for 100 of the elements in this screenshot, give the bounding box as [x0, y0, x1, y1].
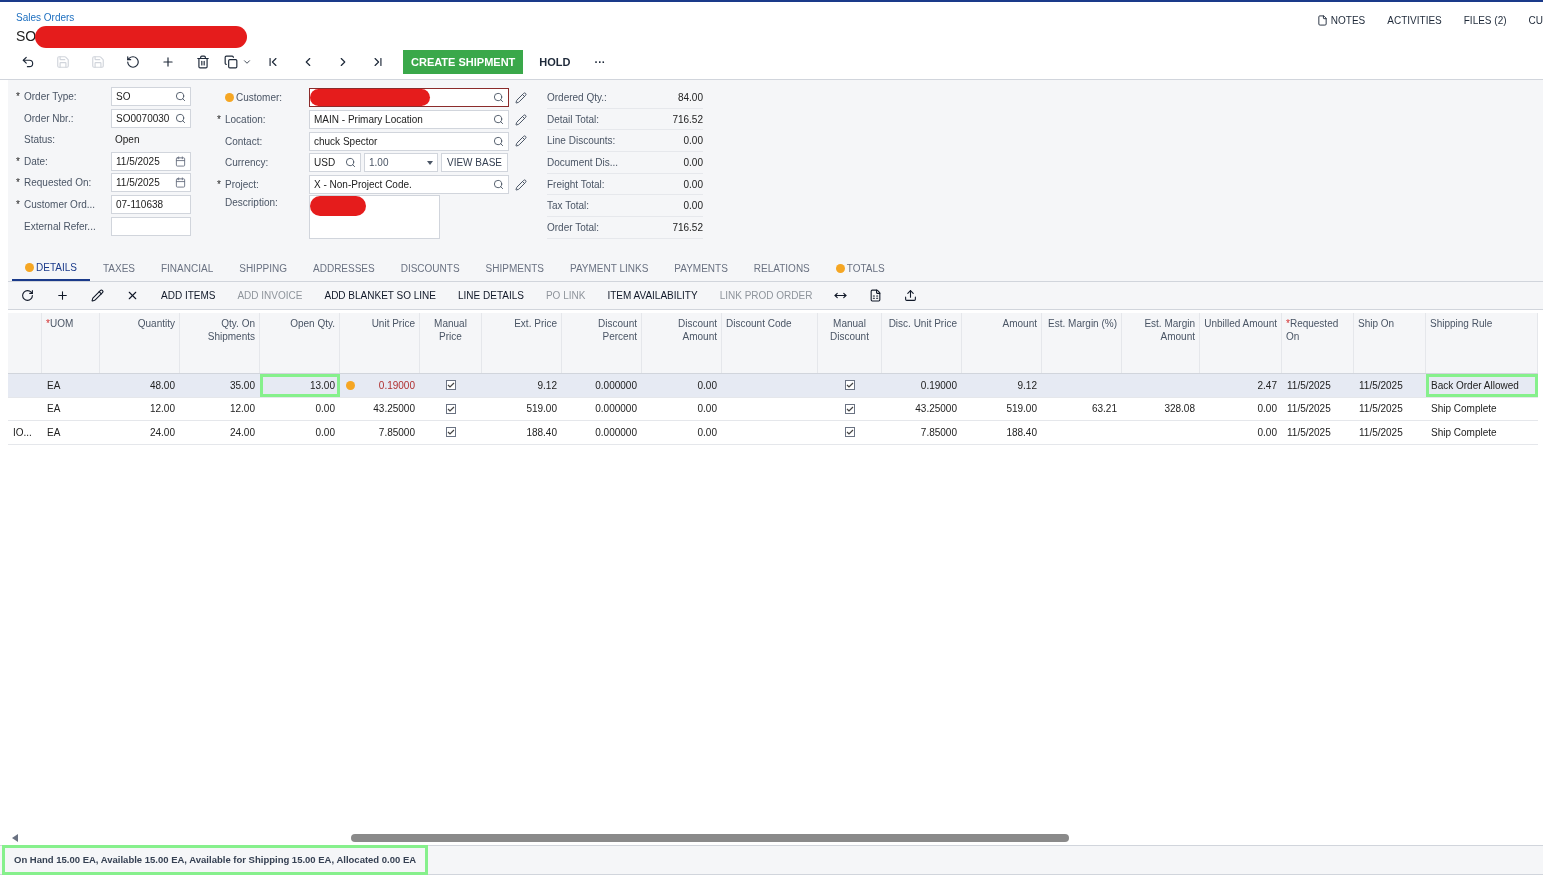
column-header[interactable]: Disc. Unit Price	[888, 317, 957, 330]
header-link[interactable]: CU	[1528, 13, 1543, 28]
header-link[interactable]: FILES (2)	[1463, 13, 1507, 28]
table-cell-text: Ship Complete	[1431, 402, 1497, 417]
lookup-field[interactable]: chuck Spector	[309, 131, 509, 151]
grid-toolbar-button[interactable]: ADD ITEMS	[150, 288, 227, 303]
field-label: Customer:	[236, 91, 283, 106]
date-field[interactable]: 11/5/2025	[111, 151, 191, 171]
total-label: Ordered Qty.:	[547, 90, 608, 105]
lookup-field[interactable]: SO	[111, 87, 191, 106]
edit-icon[interactable]	[515, 178, 527, 191]
view-base-button[interactable]: VIEW BASE	[441, 153, 508, 173]
checkbox[interactable]	[845, 380, 855, 391]
search-icon[interactable]	[175, 112, 186, 124]
total-label: Document Dis...	[547, 155, 620, 170]
lookup-field[interactable]	[309, 88, 509, 108]
input-field[interactable]	[111, 216, 191, 236]
column-header[interactable]: Shipping Rule	[1430, 317, 1493, 330]
calendar-icon[interactable]	[175, 177, 186, 189]
checkbox[interactable]	[446, 380, 456, 391]
lookup-field[interactable]: MAIN - Primary Location	[309, 110, 509, 130]
column-header[interactable]: Quantity	[137, 317, 175, 330]
input-field[interactable]: 07-110638	[111, 194, 191, 214]
field-value: 07-110638	[116, 197, 164, 212]
column-header[interactable]: Manual Price	[424, 317, 477, 343]
tab[interactable]: TAXES	[89, 255, 148, 281]
column-header[interactable]: Qty. On Shipments	[184, 317, 255, 343]
column-header[interactable]: Est. Margin Amount	[1126, 317, 1195, 343]
tab[interactable]: DISCOUNTS	[387, 255, 473, 281]
table-cell-text: 11/5/2025	[1287, 425, 1331, 440]
edit-icon[interactable]	[515, 91, 527, 104]
tab[interactable]: ADDRESSES	[300, 255, 388, 281]
table-cell-text: 188.40	[1006, 425, 1037, 440]
header-link[interactable]: ACTIVITIES	[1387, 13, 1442, 28]
currency-field[interactable]: USD	[309, 153, 361, 173]
edit-icon[interactable]	[515, 113, 527, 126]
table-cell-text: 0.000000	[595, 402, 637, 417]
field-value: 11/5/2025	[116, 154, 160, 169]
column-header[interactable]: Ext. Price	[514, 317, 557, 330]
tab[interactable]: SHIPMENTS	[472, 255, 557, 281]
table-cell-text: 0.00	[315, 402, 335, 417]
field-value: MAIN - Primary Location	[314, 113, 423, 128]
column-header[interactable]: Discount Code	[726, 317, 792, 330]
field-label: Contact:	[225, 134, 263, 149]
column-header[interactable]: Discount Percent	[566, 317, 637, 343]
toolbar-button[interactable]: HOLD	[531, 50, 579, 74]
column-header[interactable]: Discount Amount	[646, 317, 717, 343]
checkbox[interactable]	[446, 427, 456, 438]
grid-toolbar-button[interactable]: ITEM AVAILABILITY	[596, 288, 709, 303]
field-label: Order Nbr.:	[24, 111, 75, 126]
tab[interactable]: FINANCIAL	[148, 255, 227, 281]
table-cell-text: 63.21	[1091, 402, 1117, 417]
breadcrumb-link[interactable]: Sales Orders	[16, 10, 75, 25]
total-value: 0.00	[682, 134, 703, 149]
total-value: 716.52	[671, 220, 703, 235]
tab[interactable]: SHIPPING	[226, 255, 300, 281]
required-mark: *	[217, 179, 221, 191]
search-icon[interactable]	[493, 135, 504, 147]
field-value: 1.00	[369, 156, 389, 171]
toolbar-button[interactable]: ···	[586, 50, 614, 74]
column-header[interactable]: *Requested On	[1286, 317, 1349, 343]
lookup-field[interactable]: SO0070030	[111, 108, 191, 128]
save-icon	[55, 55, 70, 69]
column-header[interactable]: Est. Margin (%)	[1048, 317, 1117, 330]
search-icon[interactable]	[493, 179, 504, 191]
calendar-icon[interactable]	[175, 155, 186, 167]
column-header[interactable]: Ship On	[1358, 317, 1395, 330]
scrollbar-thumb[interactable]	[351, 834, 1069, 842]
table-cell-text: 0.00	[315, 425, 335, 440]
rate-dropdown[interactable]: 1.00	[364, 153, 438, 173]
header-link[interactable]: NOTES	[1316, 13, 1366, 28]
search-icon[interactable]	[175, 91, 186, 102]
checkbox[interactable]	[845, 427, 855, 438]
checkbox[interactable]	[446, 403, 456, 414]
field-label: Order Type:	[24, 90, 78, 104]
column-header[interactable]: Open Qty.	[290, 317, 335, 330]
tab[interactable]: PAYMENT LINKS	[556, 255, 662, 281]
edit-icon[interactable]	[515, 135, 527, 148]
table-cell-text: 0.00	[697, 402, 717, 417]
table-row[interactable]: EA 48.00 35.00 13.00 0.19000 9.12 0.000000 0.00 0.19000 9.12 2.47 11/5/2025 11/5/2025 Back Order Allowed	[8, 374, 1538, 398]
scroll-left-icon[interactable]	[12, 834, 18, 842]
column-header[interactable]: Amount	[1002, 317, 1037, 330]
grid-toolbar-button[interactable]: LINE DETAILS	[447, 288, 535, 303]
date-field[interactable]: 11/5/2025	[111, 173, 191, 193]
search-icon[interactable]	[493, 114, 504, 126]
column-header[interactable]: Unit Price	[371, 317, 415, 330]
table-cell-text: 328.08	[1164, 402, 1195, 417]
search-icon[interactable]	[493, 92, 504, 104]
column-header[interactable]: *UOM	[46, 317, 74, 330]
tab[interactable]: TOTALS	[822, 255, 898, 281]
checkbox[interactable]	[845, 403, 855, 414]
tab[interactable]: PAYMENTS	[661, 255, 741, 281]
tab[interactable]: RELATIONS	[740, 255, 823, 281]
lookup-field[interactable]: X - Non-Project Code.	[309, 175, 509, 195]
grid-toolbar-button[interactable]: ADD BLANKET SO LINE	[313, 288, 447, 303]
column-header[interactable]: Unbilled Amount	[1204, 317, 1277, 330]
column-header[interactable]: Manual Discount	[822, 317, 877, 343]
search-icon[interactable]	[345, 157, 356, 169]
description-field[interactable]	[309, 195, 440, 240]
total-label: Freight Total:	[547, 177, 606, 192]
